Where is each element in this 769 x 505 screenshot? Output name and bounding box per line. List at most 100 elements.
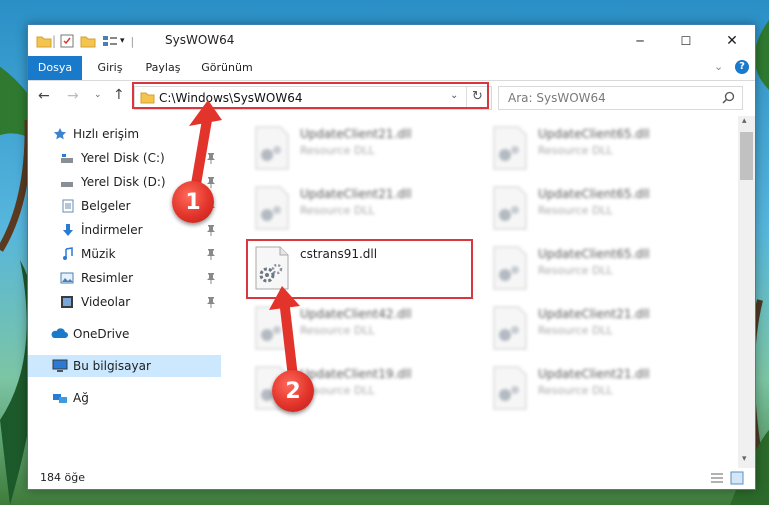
sidebar-item-network[interactable]: Ağ bbox=[28, 387, 221, 409]
view-options-icon[interactable] bbox=[102, 34, 118, 48]
sidebar-item-onedrive[interactable]: OneDrive bbox=[28, 323, 221, 345]
dll-file-icon bbox=[493, 126, 527, 170]
drive-icon bbox=[61, 154, 73, 163]
file-item[interactable]: UpdateClient21.dll Resource DLL bbox=[248, 182, 478, 236]
network-icon bbox=[53, 394, 67, 403]
item-count: 184 öğe bbox=[40, 471, 85, 484]
file-item[interactable]: UpdateClient65.dll Resource DLL bbox=[486, 182, 716, 236]
sidebar-item-local-disk-c[interactable]: Yerel Disk (C:) bbox=[28, 147, 221, 169]
tab-file[interactable]: Dosya bbox=[28, 56, 82, 80]
file-name: UpdateClient21.dll bbox=[538, 307, 650, 321]
file-name: UpdateClient42.dll bbox=[300, 307, 412, 321]
folder-icon[interactable] bbox=[36, 34, 52, 48]
forward-icon[interactable]: → bbox=[67, 88, 79, 104]
dll-file-icon bbox=[493, 306, 527, 350]
step-marker-1: 1 bbox=[172, 181, 214, 223]
sidebar-item-pictures[interactable]: Resimler bbox=[28, 267, 221, 289]
sidebar-item-label: Yerel Disk (D:) bbox=[81, 175, 166, 189]
scroll-down-icon[interactable]: ▾ bbox=[742, 454, 747, 464]
pin-icon[interactable] bbox=[206, 296, 216, 311]
properties-icon[interactable] bbox=[60, 34, 74, 48]
ribbon-tabs: Dosya Giriş Paylaş Görünüm ⌄ ? bbox=[28, 56, 755, 81]
recent-locations-icon[interactable]: ⌄ bbox=[94, 90, 102, 100]
sidebar-item-music[interactable]: Müzik bbox=[28, 243, 221, 265]
vertical-scrollbar[interactable]: ▴ ▾ bbox=[738, 116, 755, 468]
minimize-icon: ─ bbox=[636, 33, 644, 48]
help-icon[interactable]: ? bbox=[735, 60, 749, 74]
file-description: Resource DLL bbox=[300, 324, 375, 337]
pin-icon[interactable] bbox=[206, 224, 216, 239]
file-description: Resource DLL bbox=[538, 264, 613, 277]
file-description: Resource DLL bbox=[538, 384, 613, 397]
file-item[interactable]: UpdateClient21.dll Resource DLL bbox=[486, 362, 716, 416]
window-title: SysWOW64 bbox=[165, 33, 235, 47]
separator: | bbox=[130, 34, 135, 48]
sidebar-item-label: OneDrive bbox=[73, 327, 130, 341]
file-description: Resource DLL bbox=[300, 204, 375, 217]
up-icon[interactable]: ↑ bbox=[113, 87, 125, 103]
sidebar-item-quick-access[interactable]: Hızlı erişim bbox=[28, 123, 221, 145]
separator: | bbox=[52, 34, 57, 48]
navigation-pane: Hızlı erişim Yerel Disk (C:) Yerel Disk … bbox=[28, 116, 221, 468]
scroll-thumb[interactable] bbox=[740, 132, 753, 180]
pin-icon[interactable] bbox=[206, 152, 216, 167]
tab-home[interactable]: Giriş bbox=[90, 56, 130, 80]
maximize-button[interactable]: ☐ bbox=[663, 25, 709, 56]
sidebar-item-label: Ağ bbox=[73, 391, 89, 405]
dll-file-icon bbox=[255, 126, 289, 170]
sidebar-item-label: Bu bilgisayar bbox=[73, 359, 151, 373]
sidebar-item-label: Müzik bbox=[81, 247, 116, 261]
music-icon bbox=[63, 247, 73, 260]
step-marker-2: 2 bbox=[272, 370, 314, 412]
file-item[interactable]: UpdateClient65.dll Resource DLL bbox=[486, 242, 716, 296]
documents-icon bbox=[62, 199, 74, 213]
dll-file-icon bbox=[255, 306, 289, 350]
file-item[interactable]: UpdateClient65.dll Resource DLL bbox=[486, 122, 716, 176]
file-name: UpdateClient65.dll bbox=[538, 247, 650, 261]
file-item[interactable]: UpdateClient21.dll Resource DLL bbox=[248, 122, 478, 176]
sidebar-item-label: Belgeler bbox=[81, 199, 131, 213]
large-icons-view-icon[interactable] bbox=[730, 471, 744, 485]
pin-icon[interactable] bbox=[206, 272, 216, 287]
file-item[interactable]: UpdateClient42.dll Resource DLL bbox=[248, 302, 478, 356]
scroll-up-icon[interactable]: ▴ bbox=[742, 116, 747, 126]
sidebar-item-label: Resimler bbox=[81, 271, 134, 285]
quick-access-toolbar: | ▾ | bbox=[36, 32, 134, 50]
sidebar-item-label: Hızlı erişim bbox=[73, 127, 140, 141]
search-placeholder: Ara: SysWOW64 bbox=[508, 91, 606, 105]
sidebar-item-label: İndirmeler bbox=[81, 223, 143, 237]
customize-toolbar-icon[interactable]: ▾ bbox=[120, 36, 125, 46]
pin-icon[interactable] bbox=[206, 248, 216, 263]
back-icon[interactable]: ← bbox=[38, 88, 50, 104]
drive-icon bbox=[61, 182, 73, 187]
sidebar-item-this-pc[interactable]: Bu bilgisayar bbox=[28, 355, 221, 377]
downloads-icon bbox=[63, 224, 73, 236]
close-icon: ✕ bbox=[726, 32, 738, 49]
maximize-icon: ☐ bbox=[680, 33, 692, 48]
file-name: UpdateClient21.dll bbox=[538, 367, 650, 381]
close-button[interactable]: ✕ bbox=[709, 25, 755, 56]
dll-file-icon bbox=[493, 186, 527, 230]
sidebar-item-videos[interactable]: Videolar bbox=[28, 291, 221, 313]
file-description: Resource DLL bbox=[300, 144, 375, 157]
dll-file-icon bbox=[493, 246, 527, 290]
file-name: UpdateClient19.dll bbox=[300, 367, 412, 381]
details-view-icon[interactable] bbox=[710, 472, 724, 484]
tab-view[interactable]: Görünüm bbox=[198, 56, 256, 80]
new-folder-icon[interactable] bbox=[80, 34, 96, 48]
dll-file-icon bbox=[493, 366, 527, 410]
search-box[interactable]: Ara: SysWOW64 bbox=[498, 86, 743, 110]
file-item[interactable]: UpdateClient21.dll Resource DLL bbox=[486, 302, 716, 356]
expand-ribbon-icon[interactable]: ⌄ bbox=[714, 60, 723, 73]
tab-share[interactable]: Paylaş bbox=[140, 56, 186, 80]
file-highlight-box bbox=[246, 239, 473, 299]
star-icon bbox=[54, 128, 66, 140]
pictures-icon bbox=[60, 272, 74, 284]
file-name: UpdateClient65.dll bbox=[538, 127, 650, 141]
title-bar: | ▾ | SysWOW64 ─ ☐ ✕ bbox=[28, 25, 755, 56]
status-bar: 184 öğe bbox=[28, 468, 755, 489]
file-name: UpdateClient65.dll bbox=[538, 187, 650, 201]
file-description: Resource DLL bbox=[538, 204, 613, 217]
videos-icon bbox=[61, 296, 73, 308]
minimize-button[interactable]: ─ bbox=[617, 25, 663, 56]
